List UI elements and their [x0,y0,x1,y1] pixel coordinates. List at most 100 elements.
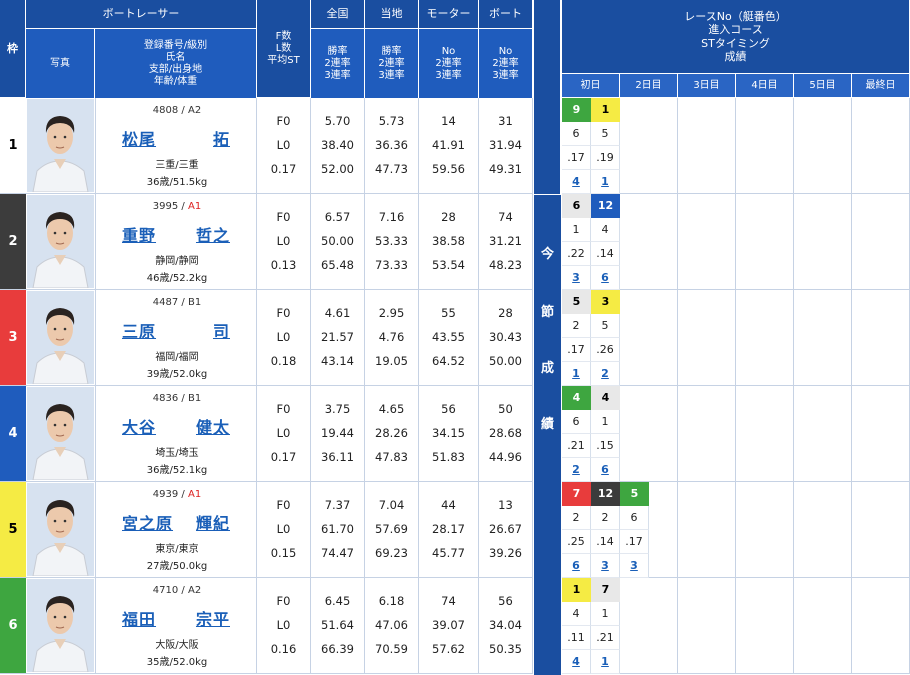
racer-row: 5 4939 / A1 宮之原 輝紀 東京/東京 27歳/50.0kg F0 L0… [0,482,533,578]
racer-class: A2 [187,585,202,596]
day-block [852,194,910,289]
race-result-link[interactable]: 2 [562,458,591,482]
st-column: F0 L0 0.16 [257,578,311,673]
tou-value: 2.95 [378,306,405,320]
entry-course: 2 [591,506,620,530]
race-number: 9 [562,98,591,122]
racer-name-link[interactable]: 松尾 拓 [122,126,230,150]
race-result-link[interactable]: 1 [591,170,620,194]
mot-value: 64.52 [432,354,465,368]
tou-column: 7.04 57.69 69.23 [365,482,419,577]
header-boat-racer: ボートレーサー [26,0,257,29]
konsetsu-label: 今 節 成 績 [534,195,561,675]
results-line: 成績 [724,49,747,63]
racer-given-name[interactable]: 拓 [213,126,230,150]
rate-line: 3連率 [435,69,462,81]
racer-class: A1 [187,489,202,500]
mot-value: 56 [441,402,456,416]
race-result-link[interactable]: 1 [591,650,620,674]
konsetsu-char: 今 [540,247,554,262]
frame-number: 6 [0,578,26,673]
st-timing: .17 [562,338,591,362]
racer-given-name[interactable]: 哲之 [196,222,230,246]
zen-value: 5.70 [324,114,351,128]
branch-birthplace: 東京/東京 [155,544,199,555]
racer-surname[interactable]: 大谷 [122,414,156,438]
racer-name-link[interactable]: 大谷 健太 [122,414,230,438]
tou-value: 69.23 [375,546,408,560]
mot-value: 28.17 [432,522,465,536]
zen-column: 4.61 21.57 43.14 [311,290,365,385]
racer-info: 4939 / A1 宮之原 輝紀 東京/東京 27歳/50.0kg [95,482,257,577]
tou-value: 4.65 [378,402,405,416]
entry-course: 1 [591,602,620,626]
day-block [678,290,736,385]
racer-name-link[interactable]: 宮之原 輝紀 [122,510,230,534]
zen-column: 5.70 38.40 52.00 [311,98,365,193]
race-result-link[interactable]: 3 [620,554,649,578]
racer-photo-icon [27,291,94,384]
race-result-link[interactable]: 3 [591,554,620,578]
racer-surname[interactable]: 松尾 [122,126,156,150]
zen-value: 4.61 [324,306,351,320]
racer-photo-icon [27,579,94,672]
racer-given-name[interactable]: 輝紀 [196,510,230,534]
bot-value: 13 [498,498,513,512]
f-count: F0 [276,498,291,512]
info-line: 支部/出身地 [148,63,203,75]
race-number: 1 [591,98,620,122]
header-boat-rates: No 2連率 3連率 [479,29,533,98]
reg-number: 3995 / [152,201,188,212]
avg-st: 0.17 [270,450,297,464]
day-block [736,482,794,577]
race-result-link[interactable]: 6 [591,458,620,482]
racer-given-name[interactable]: 宗平 [196,606,230,630]
race-result-link[interactable]: 4 [562,650,591,674]
results-row: 1 4 .11 47 1 .21 1 [562,578,910,674]
racer-photo [27,99,94,192]
racer-photo-icon [27,195,94,288]
day-header: 5日目 [794,74,852,98]
racer-name-link[interactable]: 三原 司 [122,318,230,342]
konsetsu-char: 績 [540,417,554,432]
bot-column: 31 31.94 49.31 [479,98,533,193]
racer-surname[interactable]: 三原 [122,318,156,342]
racer-surname[interactable]: 宮之原 [122,510,173,534]
racer-name-link[interactable]: 重野 哲之 [122,222,230,246]
mot-value: 45.77 [432,546,465,560]
race-result-link[interactable]: 4 [562,170,591,194]
zen-column: 6.57 50.00 65.48 [311,194,365,289]
racer-surname[interactable]: 福田 [122,606,156,630]
branch-birthplace: 埼玉/埼玉 [155,448,199,459]
entry-course: 2 [562,314,591,338]
zen-value: 52.00 [321,162,354,176]
results-row: 5 2 .17 1 3 5 .26 2 [562,290,910,386]
race-number: 7 [591,578,620,602]
tou-value: 7.04 [378,498,405,512]
racer-given-name[interactable]: 健太 [196,414,230,438]
racer-given-name[interactable]: 司 [213,318,230,342]
mot-column: 56 34.15 51.83 [419,386,479,481]
race-result-link[interactable]: 1 [562,362,591,386]
branch-birthplace: 静岡/静岡 [155,256,199,267]
mot-value: 41.91 [432,138,465,152]
age-weight: 46歳/52.2kg [146,273,208,284]
entry-course: 5 [591,122,620,146]
bot-value: 31.94 [489,138,522,152]
mot-value: 53.54 [432,258,465,272]
race-result-link[interactable]: 3 [562,266,591,290]
race-result-link[interactable]: 6 [562,554,591,578]
tou-value: 36.36 [375,138,408,152]
day-header: 初日 [562,74,620,98]
bot-value: 28 [498,306,513,320]
race-result-link[interactable]: 6 [591,266,620,290]
frame-number: 2 [0,194,26,289]
race-result-link[interactable]: 2 [591,362,620,386]
bot-column: 13 26.67 39.26 [479,482,533,577]
racer-name-link[interactable]: 福田 宗平 [122,606,230,630]
results-line: レースNo（艇番色） [684,10,787,24]
entry-course: 6 [562,410,591,434]
reg-class: 4808 / A2 [96,105,258,116]
rate-line: 2連率 [435,57,462,69]
racer-surname[interactable]: 重野 [122,222,156,246]
